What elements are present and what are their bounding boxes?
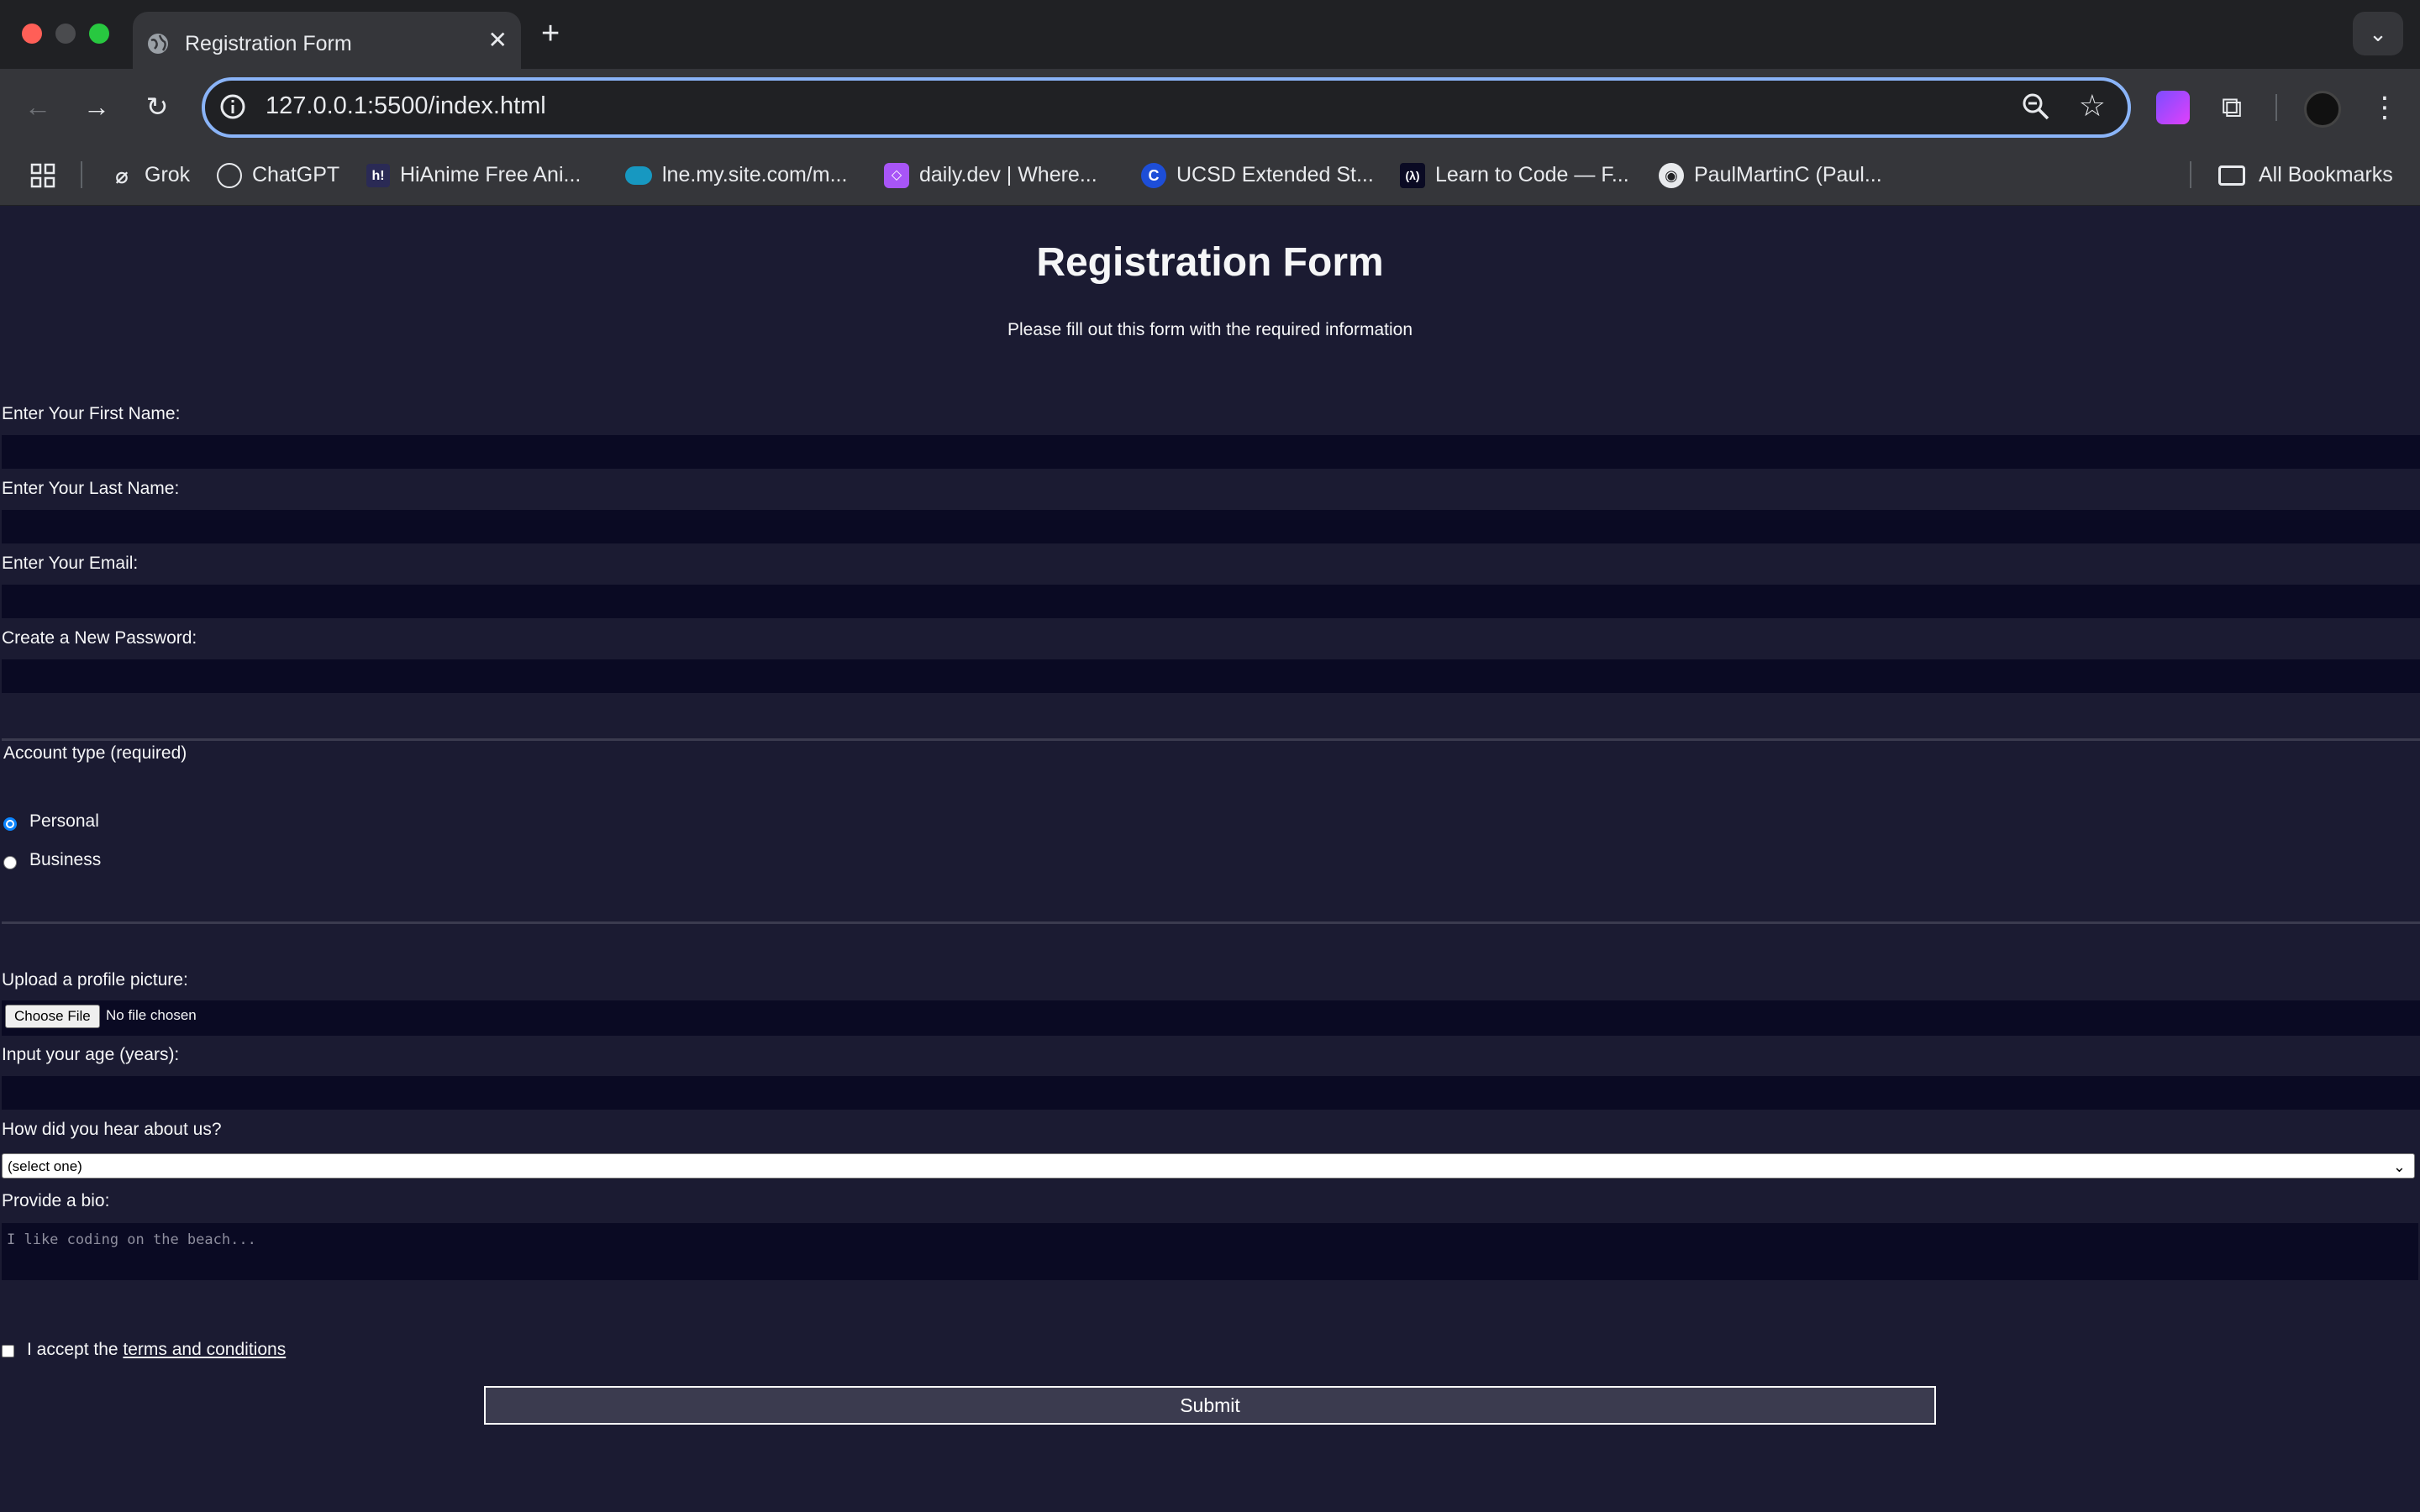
all-bookmarks-label: All Bookmarks (2259, 163, 2393, 186)
all-bookmarks-button[interactable]: All Bookmarks (2218, 160, 2393, 190)
grok-icon: ⌀ (115, 163, 129, 189)
bookmark-label: daily.dev | Where... (919, 163, 1097, 186)
first-name-label: Enter Your First Name: (2, 404, 181, 423)
tab-strip: Registration Form ✕ + ⌄ (0, 0, 2420, 69)
account-type-legend: Account type (required) (3, 743, 187, 763)
referrer-label: How did you hear about us? (2, 1120, 222, 1139)
extension-icon[interactable] (2156, 91, 2190, 124)
first-name-input[interactable] (2, 435, 2420, 469)
folder-icon (2218, 165, 2245, 186)
ucsd-icon: C (1141, 163, 1166, 189)
terms-link[interactable]: terms and conditions (123, 1340, 286, 1359)
page-title: Registration Form (1036, 240, 1384, 285)
minimize-window-button[interactable] (55, 24, 76, 44)
arrow-left-icon: ← (24, 92, 51, 122)
bookmark-grok[interactable]: ⌀ Grok (109, 160, 190, 190)
globe-icon (148, 34, 168, 54)
maximize-window-button[interactable] (89, 24, 109, 44)
age-input[interactable] (2, 1076, 2420, 1110)
reload-button[interactable]: ↻ (139, 89, 175, 124)
bookmark-label: ChatGPT (252, 163, 340, 186)
profile-picture-label: Upload a profile picture: (2, 970, 188, 990)
extensions-puzzle-icon[interactable]: ⧉ (2215, 91, 2249, 124)
chevron-down-icon: ⌄ (2392, 1158, 2406, 1175)
bookmark-label: lne.my.site.com/m... (662, 163, 848, 186)
new-tab-button[interactable]: + (541, 15, 560, 52)
email-input[interactable] (2, 585, 2420, 618)
site-info-icon[interactable] (218, 92, 247, 121)
terms-prefix: I accept the (27, 1340, 118, 1359)
toolbar-divider (2275, 94, 2277, 121)
last-name-label: Enter Your Last Name: (2, 479, 180, 498)
bookmark-label: Grok (145, 163, 191, 186)
choose-file-button[interactable]: Choose File (5, 1005, 100, 1028)
page-subtitle: Please fill out this form with the requi… (1007, 320, 1413, 339)
fieldset-border (2, 738, 2420, 741)
bookmarks-divider (2190, 161, 2191, 188)
bookmark-label: UCSD Extended St... (1176, 163, 1374, 186)
bookmark-label: Learn to Code — F... (1435, 163, 1629, 186)
chevron-down-icon: ⌄ (2369, 21, 2387, 46)
url-text: 127.0.0.1:5500/index.html (266, 92, 546, 119)
bio-label: Provide a bio: (2, 1191, 110, 1210)
personal-radio[interactable] (3, 817, 17, 831)
chatgpt-icon (217, 163, 242, 189)
bookmark-freecodecamp[interactable]: (λ) Learn to Code — F... (1400, 160, 1629, 190)
arrow-right-icon: → (83, 92, 110, 122)
bookmark-star-icon[interactable]: ☆ (2079, 89, 2106, 123)
salesforce-cloud-icon (625, 166, 652, 186)
bookmark-label: PaulMartinC (Paul... (1694, 163, 1882, 186)
business-radio-label[interactable]: Business (29, 850, 101, 870)
business-radio[interactable] (3, 856, 17, 869)
age-label: Input your age (years): (2, 1045, 180, 1064)
tab-registration-form[interactable]: Registration Form ✕ (133, 12, 521, 69)
hianime-icon: h! (366, 164, 390, 188)
reload-icon: ↻ (145, 92, 169, 122)
zoom-icon[interactable] (2020, 91, 2052, 123)
bookmarks-bar: ⌀ Grok ChatGPT h! HiAnime Free Ani... lne.… (0, 144, 2420, 206)
file-status-text: No file chosen (106, 1007, 197, 1023)
terms-checkbox[interactable] (2, 1345, 14, 1357)
bookmarks-divider (81, 161, 82, 188)
close-tab-icon[interactable]: ✕ (488, 29, 508, 52)
tab-title: Registration Form (185, 32, 352, 55)
terms-label: I accept the terms and conditions (27, 1340, 286, 1360)
personal-radio-label[interactable]: Personal (29, 811, 99, 832)
profile-avatar[interactable] (2304, 91, 2341, 128)
bookmark-hianime[interactable]: h! HiAnime Free Ani... (366, 160, 581, 190)
bookmark-dailydev[interactable]: ◇ daily.dev | Where... (884, 160, 1097, 190)
bio-textarea[interactable]: I like coding on the beach... (2, 1223, 2418, 1280)
fieldset-border (2, 921, 2420, 924)
submit-button[interactable]: Submit (484, 1386, 1936, 1425)
referrer-selected-value: (select one) (8, 1158, 82, 1174)
referrer-select[interactable]: (select one) ⌄ (2, 1153, 2415, 1179)
github-icon: ◉ (1659, 163, 1684, 189)
bio-placeholder: I like coding on the beach... (7, 1231, 256, 1248)
password-label: Create a New Password: (2, 628, 197, 648)
address-bar[interactable]: 127.0.0.1:5500/index.html ☆ (202, 77, 2131, 138)
freecodecamp-icon: (λ) (1400, 163, 1425, 189)
bookmark-github[interactable]: ◉ PaulMartinC (Paul... (1659, 160, 1882, 190)
tab-search-button[interactable]: ⌄ (2353, 12, 2403, 55)
profile-picture-input: Choose File No file chosen (2, 1000, 2420, 1036)
more-menu-icon[interactable]: ⋮ (2368, 91, 2402, 124)
last-name-input[interactable] (2, 510, 2420, 543)
back-button[interactable]: ← (20, 89, 55, 124)
bookmark-chatgpt[interactable]: ChatGPT (217, 160, 339, 190)
bookmark-ucsd[interactable]: C UCSD Extended St... (1141, 160, 1374, 190)
dailydev-icon: ◇ (884, 163, 909, 189)
browser-toolbar: ← → ↻ 127.0.0.1:5500/index.html ☆ ⧉ ⋮ (0, 69, 2420, 144)
close-window-button[interactable] (22, 24, 42, 44)
password-input[interactable] (2, 659, 2420, 693)
page-content: Registration Form Please fill out this f… (0, 206, 2420, 1512)
apps-grid-icon[interactable] (30, 163, 55, 188)
bookmark-salesforce[interactable]: lne.my.site.com/m... (625, 160, 847, 190)
email-label: Enter Your Email: (2, 554, 139, 573)
forward-button[interactable]: → (79, 89, 114, 124)
bookmark-label: HiAnime Free Ani... (400, 163, 581, 186)
